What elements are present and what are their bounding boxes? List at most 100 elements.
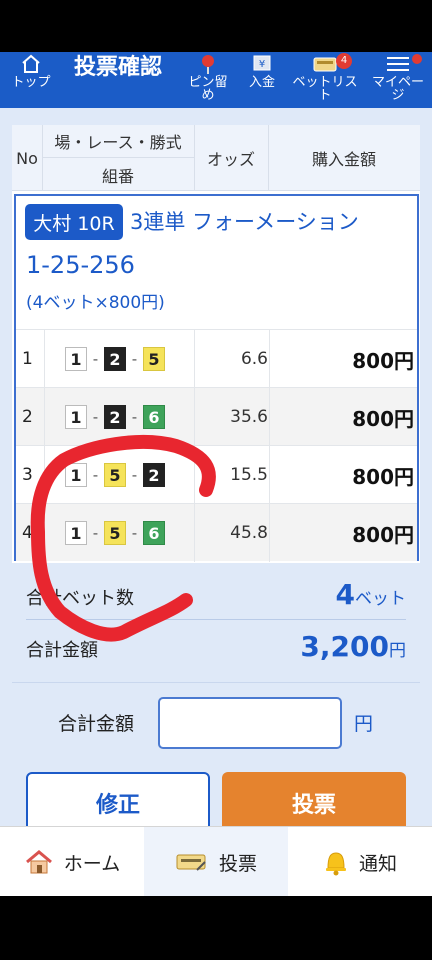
bottom-tab-bar: ホーム 投票 通知 <box>0 826 432 896</box>
nav-mypage[interactable]: マイページ <box>368 52 428 108</box>
tab-notifications-label: 通知 <box>358 852 397 875</box>
boat-chip: 2 <box>143 463 165 487</box>
boat-chip: 1 <box>65 463 87 487</box>
nav-pin[interactable]: ピン留め <box>184 52 232 108</box>
table-row: 2 1 - 2 - 6 35.6 800円 <box>16 387 417 446</box>
page-title: 投票確認 <box>74 55 163 80</box>
divider <box>44 446 45 504</box>
boat-chip: 6 <box>143 521 165 545</box>
tab-home[interactable]: ホーム <box>0 827 144 896</box>
separator: - <box>131 524 138 542</box>
row-odds: 35.6 <box>230 407 268 427</box>
header-odds: オッズ <box>206 150 255 169</box>
bet-detail: (4ベット×800円) <box>26 293 165 313</box>
bet-summary: 大村 10R 3連単 フォーメーション 1-25-256 (4ベット×800円) <box>16 196 417 329</box>
nav-pin-label: ピン留め <box>188 75 228 103</box>
deposit-icon: ¥ <box>242 52 282 76</box>
total-amount-number: 3,200 <box>300 630 389 663</box>
table-row: 1 1 - 2 - 5 6.6 800円 <box>16 329 417 388</box>
pin-icon <box>184 52 232 76</box>
nav-bet-list[interactable]: 4 ベットリスト <box>290 52 360 108</box>
home-outline-icon <box>8 52 54 76</box>
divider <box>194 330 195 388</box>
row-odds: 6.6 <box>240 349 268 369</box>
nav-top[interactable]: トップ <box>8 52 54 108</box>
tab-notifications[interactable]: 通知 <box>288 827 432 896</box>
divider <box>194 388 195 446</box>
confirm-amount-unit: 円 <box>354 713 374 735</box>
table-header: No 場・レース・勝式 組番 オッズ 購入金額 <box>12 125 420 191</box>
svg-text:¥: ¥ <box>259 59 265 70</box>
bet-group: 大村 10R 3連単 フォーメーション 1-25-256 (4ベット×800円)… <box>14 194 419 562</box>
header-race: 場・レース・勝式 <box>54 133 182 152</box>
divider <box>269 388 270 446</box>
boat-chip: 1 <box>65 405 87 429</box>
boat-combination: 1 - 2 - 5 <box>65 330 165 388</box>
header-combo: 組番 <box>101 166 134 186</box>
tab-vote-label: 投票 <box>218 852 257 875</box>
total-bets-row: 合計ベット数 4ベット <box>26 572 406 620</box>
nav-mypage-label: マイページ <box>371 75 424 103</box>
separator: - <box>131 466 138 484</box>
top-header: トップ 投票確認 ピン留め ¥ 入金 4 ベットリスト マイページ <box>0 52 432 108</box>
tab-vote[interactable]: 投票 <box>144 827 288 896</box>
confirm-amount-input[interactable] <box>158 697 342 749</box>
phone-screen: トップ 投票確認 ピン留め ¥ 入金 4 ベットリスト マイページ No 場・レ… <box>0 0 432 960</box>
notification-dot <box>412 54 422 64</box>
boat-combination: 1 - 5 - 2 <box>65 446 165 504</box>
total-bets-count: 4 <box>335 578 355 611</box>
boat-combination: 1 - 2 - 6 <box>65 388 165 446</box>
bet-combination: 1-25-256 <box>26 251 135 279</box>
boat-chip: 2 <box>104 405 126 429</box>
divider <box>194 504 195 562</box>
separator: - <box>92 524 99 542</box>
race-badge: 大村 10R <box>25 204 123 240</box>
tab-home-label: ホーム <box>63 852 121 875</box>
divider <box>44 330 45 388</box>
row-amount: 800円 <box>352 464 414 489</box>
total-bets-value: 4ベット <box>336 578 406 611</box>
divider <box>44 388 45 446</box>
bet-list-badge: 4 <box>336 53 352 69</box>
bet-type: 3連単 フォーメーション <box>130 210 359 234</box>
totals-section: 合計ベット数 4ベット 合計金額 3,200円 <box>12 568 420 682</box>
divider <box>269 504 270 562</box>
divider <box>194 446 195 504</box>
divider <box>269 330 270 388</box>
vote-button[interactable]: 投票 <box>222 772 406 834</box>
total-amount-row: 合計金額 3,200円 <box>26 624 406 672</box>
bell-icon <box>323 848 349 876</box>
total-bets-label: 合計ベット数 <box>26 588 134 609</box>
row-no: 4 <box>22 523 33 543</box>
boat-chip: 5 <box>143 347 165 371</box>
row-no: 3 <box>22 465 33 485</box>
boat-chip: 2 <box>104 347 126 371</box>
separator: - <box>131 350 138 368</box>
home-icon <box>24 849 54 875</box>
row-odds: 15.5 <box>230 465 268 485</box>
total-amount-label: 合計金額 <box>26 640 98 661</box>
total-bets-unit: ベット <box>355 589 406 609</box>
row-amount: 800円 <box>352 348 414 373</box>
boat-chip: 1 <box>65 521 87 545</box>
boat-chip: 5 <box>104 463 126 487</box>
divider <box>269 446 270 504</box>
row-no: 1 <box>22 349 33 369</box>
boat-chip: 5 <box>104 521 126 545</box>
app-container: トップ 投票確認 ピン留め ¥ 入金 4 ベットリスト マイページ No 場・レ… <box>0 52 432 896</box>
separator: - <box>92 350 99 368</box>
boat-combination: 1 - 5 - 6 <box>65 504 165 562</box>
nav-top-label: トップ <box>11 75 51 90</box>
separator: - <box>131 408 138 426</box>
boat-chip: 6 <box>143 405 165 429</box>
header-no: No <box>16 148 38 168</box>
boat-chip: 1 <box>65 347 87 371</box>
total-amount-unit: 円 <box>389 641 406 661</box>
table-row: 4 1 - 5 - 6 45.8 800円 <box>16 503 417 562</box>
nav-bet-list-label: ベットリスト <box>292 75 358 103</box>
row-no: 2 <box>22 407 33 427</box>
fix-button[interactable]: 修正 <box>26 772 210 834</box>
confirm-amount-label: 合計金額 <box>58 713 135 735</box>
nav-deposit[interactable]: ¥ 入金 <box>242 52 282 108</box>
bet-table: No 場・レース・勝式 組番 オッズ 購入金額 大村 10R 3連単 フォーメー… <box>12 125 420 563</box>
